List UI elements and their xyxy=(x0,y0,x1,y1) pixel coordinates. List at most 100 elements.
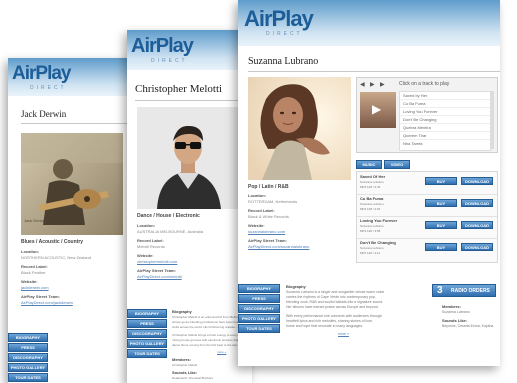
airplay-logo[interactable]: AirPlay xyxy=(12,63,71,85)
nav-tour-dates-button[interactable]: TOUR DATES xyxy=(8,373,48,382)
members-heading: Members: xyxy=(172,357,191,362)
nav-biography-button[interactable]: BIOGRAPHY xyxy=(127,309,167,318)
song-row: Don't Be Changing Suzanna Lubrano MP3 12… xyxy=(357,238,497,260)
nav-photo-gallery-button[interactable]: PHOTO GALLERY xyxy=(127,339,167,348)
song-title: Saved Of Her xyxy=(360,174,386,179)
song-artist: Suzanna Lubrano xyxy=(360,202,384,206)
song-artist: Suzanna Lubrano xyxy=(360,180,384,184)
website-label: Website: xyxy=(248,223,265,228)
more-link[interactable]: more » xyxy=(338,332,349,336)
song-meta: MP3 128 / 3:58 xyxy=(360,229,381,233)
tab-music[interactable]: MUSIC xyxy=(356,160,382,169)
genre-text: Dance / House / Electronic xyxy=(137,213,200,219)
location-label: Location: xyxy=(248,193,266,198)
music-player: ◀ ▶ ▶ Click on a track to play ▶ Saved b… xyxy=(356,77,498,153)
nav-discography-button[interactable]: DISCOGRAPHY xyxy=(127,329,167,338)
play-icon[interactable]: ▶ xyxy=(370,81,375,88)
location-value: AUSTRALIA MELBOURNE, Australia xyxy=(137,229,204,234)
buy-button[interactable]: BUY xyxy=(425,177,457,185)
biography-line: Her albums have earned praise across Eur… xyxy=(286,305,379,309)
street-team-label: AirPlay Street Team: xyxy=(21,294,60,299)
location-value: ROTTERDAM, Netherlands xyxy=(248,199,298,204)
biography-body-line: heartfelt lyrics and rich melodies, shar… xyxy=(286,319,373,323)
artist-name: Jack Derwin xyxy=(21,109,67,119)
logo-tagline: DIRECT xyxy=(151,58,188,64)
song-list: Saved Of Her Suzanna Lubrano MP3 128 / 3… xyxy=(356,171,498,263)
track-item[interactable]: Don't Be Changing xyxy=(400,116,490,124)
song-meta: MP3 128 / 4:02 xyxy=(360,207,381,211)
street-team-label: AirPlay Street Team: xyxy=(137,268,176,273)
song-artist: Suzanna Lubrano xyxy=(360,224,384,228)
song-meta: MP3 128 / 4:11 xyxy=(360,251,381,255)
track-item[interactable]: Querem Tirar xyxy=(400,132,490,140)
nav-tour-dates-button[interactable]: TOUR DATES xyxy=(238,324,280,333)
divider xyxy=(135,100,252,101)
track-item[interactable]: Cu Ba Fuma xyxy=(400,100,490,108)
more-link[interactable]: more » xyxy=(217,350,226,354)
track-item[interactable]: Quebra Mentira xyxy=(400,124,490,132)
nav-biography-button[interactable]: BIOGRAPHY xyxy=(238,284,280,293)
record-label-value: Black Feather xyxy=(21,270,46,275)
buy-button[interactable]: BUY xyxy=(425,221,457,229)
song-row: Saved Of Her Suzanna Lubrano MP3 128 / 3… xyxy=(357,172,497,195)
artist-page-suzanna-lubrano: AirPlay DIRECT Suzanna Lubrano Pop / Lat… xyxy=(238,0,500,366)
location-label: Location: xyxy=(137,223,155,228)
record-label-label: Record Label: xyxy=(21,264,48,269)
airplay-logo[interactable]: AirPlay xyxy=(244,6,314,32)
track-item[interactable]: Saved by Her xyxy=(400,92,490,100)
nav-press-button[interactable]: PRESS xyxy=(238,294,280,303)
logo-tagline: DIRECT xyxy=(30,85,67,91)
album-caption: Jack Derwin xyxy=(24,218,46,223)
radio-orders-label: RADIO ORDERS xyxy=(451,288,490,294)
nav-discography-button[interactable]: DISCOGRAPHY xyxy=(238,304,280,313)
website-link[interactable]: christophermelotti.com xyxy=(137,259,177,264)
airplay-logo[interactable]: AirPlay xyxy=(131,35,194,58)
logo-tagline: DIRECT xyxy=(266,31,303,37)
street-team-label: AirPlay Street Team: xyxy=(248,238,287,243)
record-label-value: Black & White Records xyxy=(248,214,289,219)
divider xyxy=(21,123,131,124)
buy-button[interactable]: BUY xyxy=(425,199,457,207)
download-button[interactable]: DOWNLOAD xyxy=(461,177,493,185)
biography-body-line: With every performance she connects with… xyxy=(286,314,382,318)
download-button[interactable]: DOWNLOAD xyxy=(461,221,493,229)
nav-press-button[interactable]: PRESS xyxy=(8,343,48,352)
nav-press-button[interactable]: PRESS xyxy=(127,319,167,328)
website-link[interactable]: jackderwin.com xyxy=(21,285,49,290)
street-team-link[interactable]: AirPlayDirect.com/suzannalubrano xyxy=(248,244,309,249)
track-list-scrollbar[interactable] xyxy=(490,91,494,149)
track-item[interactable]: Loving You Forever xyxy=(400,108,490,116)
nav-biography-button[interactable]: BIOGRAPHY xyxy=(8,333,48,342)
record-label-value: Melotti Records xyxy=(137,244,165,249)
website-link[interactable]: suzannalubrano.com xyxy=(248,229,285,234)
previous-icon[interactable]: ◀ xyxy=(360,81,365,88)
tab-video[interactable]: VIDEO xyxy=(384,160,410,169)
location-label: Location: xyxy=(21,249,39,254)
radio-orders-button[interactable]: 3 RADIO ORDERS xyxy=(432,284,496,297)
song-row: Loving You Forever Suzanna Lubrano MP3 1… xyxy=(357,216,497,239)
buy-button[interactable]: BUY xyxy=(425,243,457,251)
artist-photo[interactable] xyxy=(248,77,351,180)
player-controls: ◀ ▶ ▶ xyxy=(360,81,392,88)
track-item[interactable]: Nha Tarefa xyxy=(400,140,490,147)
artist-photo-graphic xyxy=(248,77,351,180)
biography-line: Suzanna Lubrano is a singer and songwrit… xyxy=(286,290,385,294)
street-team-link[interactable]: AirPlayDirect.com/jackderwin xyxy=(21,300,73,305)
nav-photo-gallery-button[interactable]: PHOTO GALLERY xyxy=(238,314,280,323)
next-icon[interactable]: ▶ xyxy=(380,81,385,88)
nav-discography-button[interactable]: DISCOGRAPHY xyxy=(8,353,48,362)
nav-tour-dates-button[interactable]: TOUR DATES xyxy=(127,349,167,358)
download-button[interactable]: DOWNLOAD xyxy=(461,243,493,251)
sounds-like-value: Beyonce, Cesaria Evora, Kaysha xyxy=(442,324,494,328)
members-heading: Members: xyxy=(442,304,461,309)
player-title: Click on a track to play xyxy=(399,81,450,87)
player-video-thumbnail[interactable]: ▶ xyxy=(360,92,396,128)
street-team-link[interactable]: AirPlayDirect.com/melotti xyxy=(137,274,182,279)
download-button[interactable]: DOWNLOAD xyxy=(461,199,493,207)
artist-photo[interactable] xyxy=(137,107,239,209)
song-title: Loving You Forever xyxy=(360,218,398,223)
play-overlay-icon: ▶ xyxy=(372,102,382,116)
members-value: Christopher Melotti xyxy=(172,363,198,367)
nav-photo-gallery-button[interactable]: PHOTO GALLERY xyxy=(8,363,48,372)
song-artist: Suzanna Lubrano xyxy=(360,246,384,250)
